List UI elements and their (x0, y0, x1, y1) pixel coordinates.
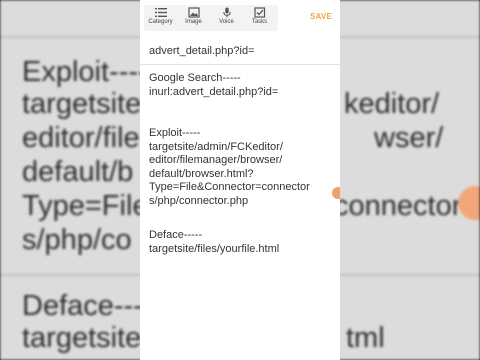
bg-text-fragment: tml (346, 322, 385, 354)
scroll-handle[interactable] (332, 187, 340, 199)
image-label: Image (185, 19, 202, 25)
category-button[interactable]: Category (144, 5, 177, 31)
deface-block[interactable]: Deface----- targetsite/files/yourfile.ht… (149, 229, 279, 256)
bg-text-line: editor/file (22, 122, 140, 154)
voice-button[interactable]: Voice (210, 5, 243, 31)
image-button[interactable]: Image (177, 5, 210, 31)
exploit-block[interactable]: Exploit----- targetsite/admin/FCKeditor/… (149, 127, 310, 208)
google-search-block[interactable]: Google Search----- inurl:advert_detail.p… (149, 72, 278, 99)
bg-text-fragment: wser/ (374, 122, 444, 154)
bg-text-line: s/php/co (22, 224, 132, 256)
editor-toolbar: Category Image Voice Tasks SAVE (140, 0, 340, 34)
bg-text-line: default/b (22, 156, 134, 188)
bg-text-line: Type=File (22, 190, 149, 222)
note-title[interactable]: advert_detail.php?id= (149, 45, 255, 59)
bg-text-line: Deface--- (22, 290, 143, 322)
save-button[interactable]: SAVE (310, 12, 332, 21)
category-list-icon (154, 8, 167, 17)
bg-text-line: targetsite (22, 322, 142, 354)
category-label: Category (148, 19, 173, 25)
tool-group: Category Image Voice Tasks (144, 5, 278, 31)
checkbox-icon (253, 7, 265, 18)
bg-text-line: Exploit---- (22, 56, 148, 88)
voice-label: Voice (219, 19, 234, 25)
title-divider (140, 64, 340, 65)
bg-text-fragment: connector (334, 190, 462, 222)
tasks-label: Tasks (251, 19, 268, 25)
note-editor-screen: Category Image Voice Tasks SAVE advert_d… (140, 0, 340, 360)
image-icon (187, 7, 200, 18)
tasks-button[interactable]: Tasks (243, 5, 276, 31)
bg-text-line: targetsite/ (22, 88, 150, 120)
microphone-icon (222, 7, 231, 18)
bg-text-fragment: keditor/ (344, 88, 440, 120)
